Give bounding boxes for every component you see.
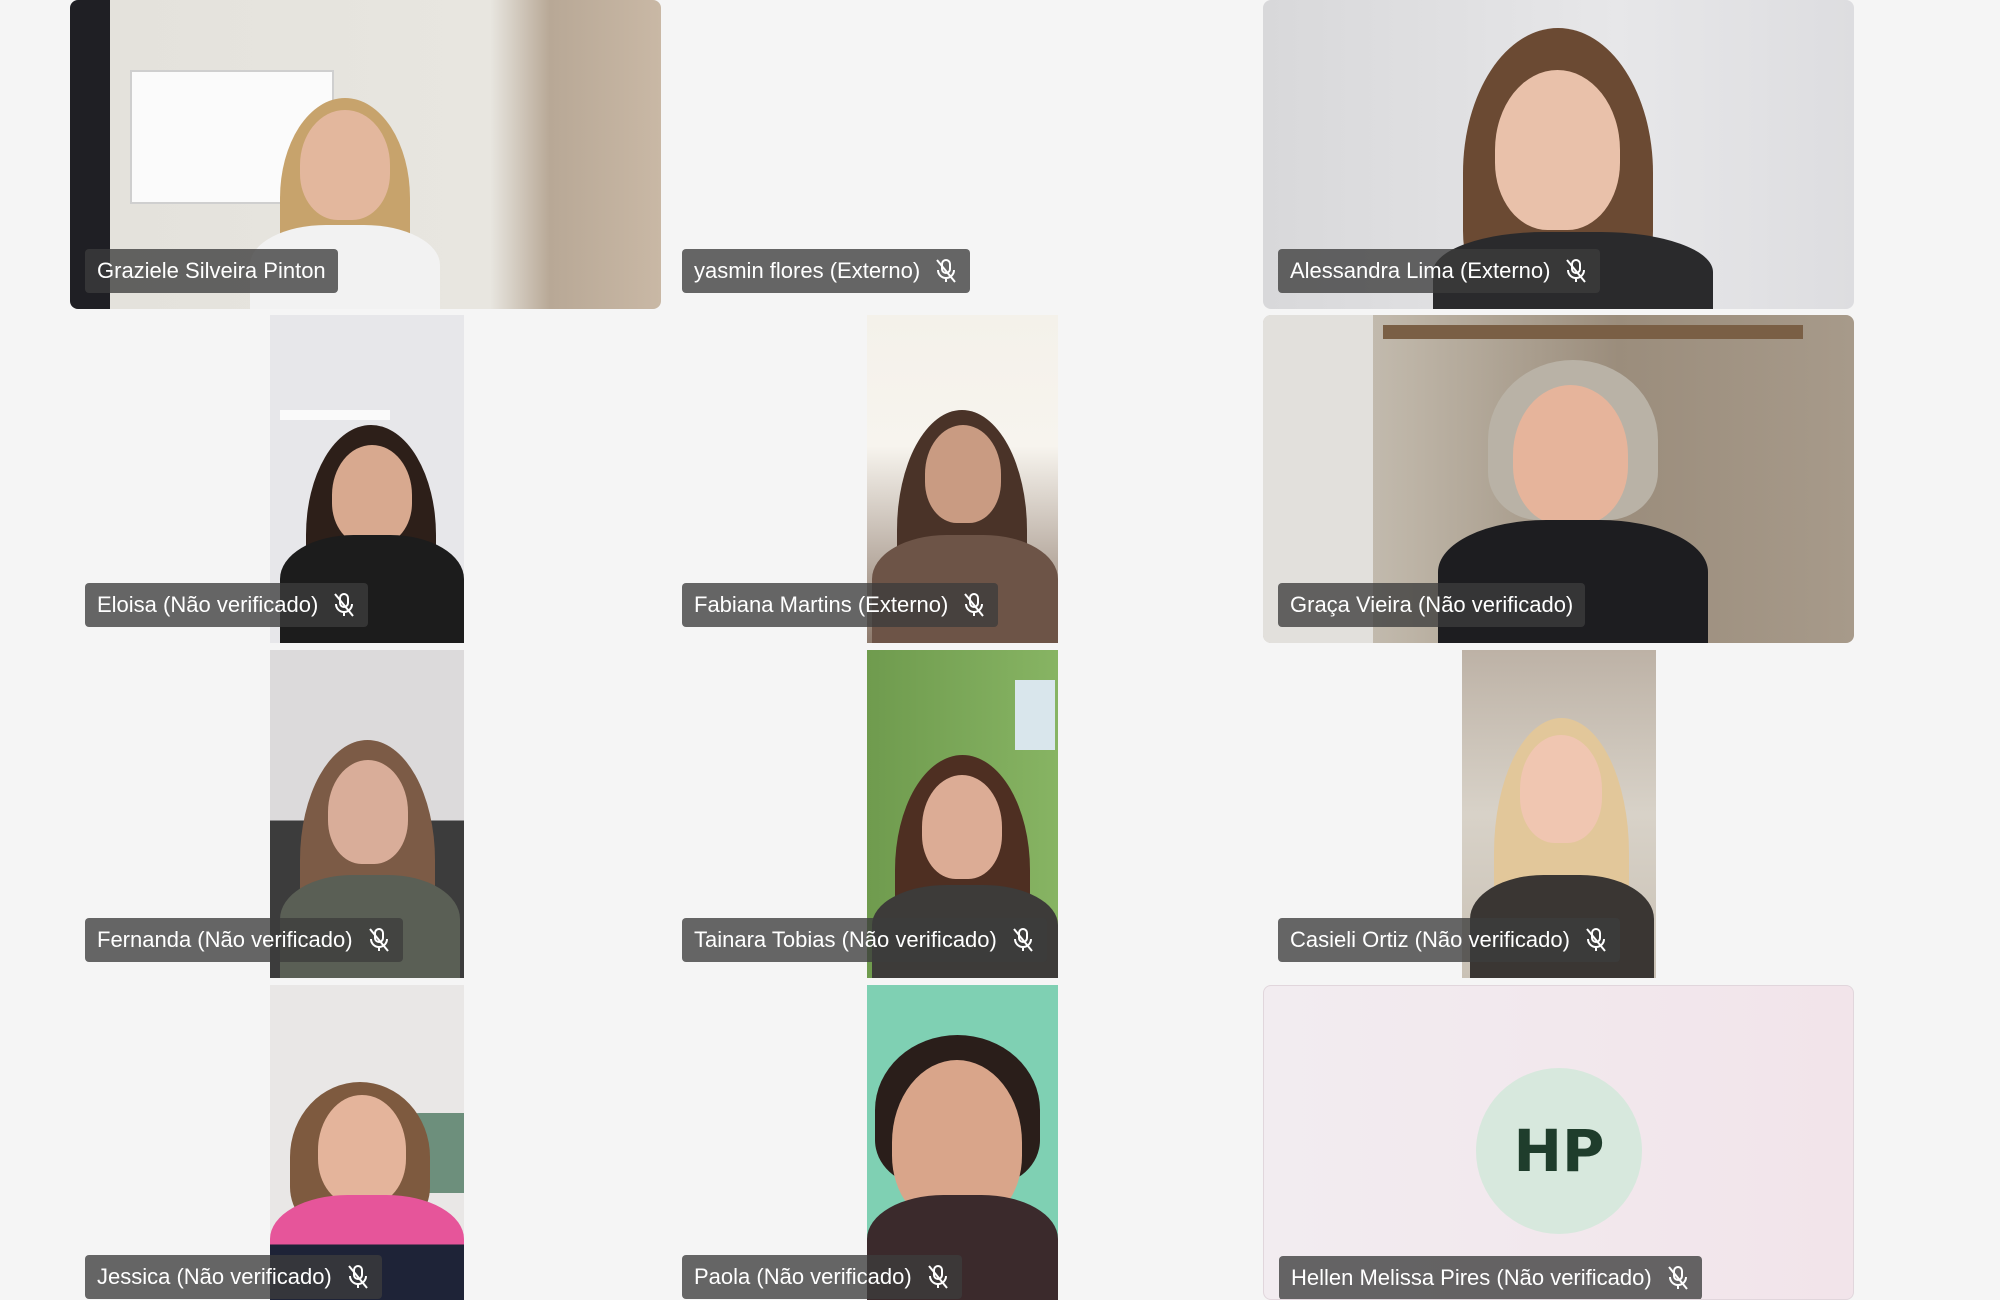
participant-name: yasmin flores (Externo): [694, 258, 921, 283]
mic-off-icon: [368, 928, 389, 952]
participant-tile[interactable]: Casieli Ortiz (Não verificado): [1263, 650, 1854, 978]
participant-tile[interactable]: Jessica (Não verificado): [70, 985, 661, 1300]
mic-off-icon: [1586, 928, 1606, 952]
mic-off-icon: [927, 1265, 948, 1289]
participant-name-chip: Jessica (Não verificado): [85, 1255, 382, 1299]
mic-off-icon: [964, 593, 985, 617]
participant-name-chip: Tainara Tobias (Não verificado): [682, 918, 1047, 962]
participant-name-chip: Casieli Ortiz (Não verificado): [1278, 918, 1620, 962]
participant-name-chip: yasmin flores (Externo): [682, 249, 971, 293]
participant-tile[interactable]: Eloisa (Não verificado): [70, 315, 661, 643]
participant-tile[interactable]: HP Hellen Melissa Pires (Não verificado): [1263, 985, 1854, 1300]
participant-tile[interactable]: Fabiana Martins (Externo): [667, 315, 1258, 643]
participant-name-chip: Hellen Melissa Pires (Não verificado): [1279, 1256, 1702, 1299]
participant-name-chip: Alessandra Lima (Externo): [1278, 249, 1601, 293]
initials-avatar: HP: [1476, 1068, 1642, 1234]
participant-name: Paola (Não verificado): [694, 1264, 912, 1289]
participant-tile[interactable]: Paola (Não verificado): [667, 985, 1258, 1300]
participant-tile[interactable]: Graça Vieira (Não verificado): [1263, 315, 1854, 643]
video-feed: [270, 985, 464, 1300]
mic-off-icon: [1566, 259, 1587, 283]
participant-tile[interactable]: Alessandra Lima (Externo): [1263, 0, 1854, 309]
participant-name-chip: Paola (Não verificado): [682, 1255, 962, 1299]
participant-tile[interactable]: yasmin flores (Externo): [667, 0, 1258, 309]
mic-off-icon: [1013, 928, 1033, 952]
participant-name: Fabiana Martins (Externo): [694, 592, 949, 617]
participant-name-chip: Graça Vieira (Não verificado): [1278, 583, 1586, 627]
participant-name: Hellen Melissa Pires (Não verificado): [1291, 1265, 1652, 1290]
participant-name: Jessica (Não verificado): [97, 1264, 332, 1289]
mic-off-icon: [334, 593, 355, 617]
video-feed: [867, 985, 1058, 1300]
participant-name: Alessandra Lima (Externo): [1290, 258, 1551, 283]
participant-tile[interactable]: Tainara Tobias (Não verificado): [667, 650, 1258, 978]
mic-off-icon: [347, 1265, 368, 1289]
participant-name: Tainara Tobias (Não verificado): [694, 927, 997, 952]
participant-name-chip: Eloisa (Não verificado): [85, 583, 369, 627]
participant-name: Eloisa (Não verificado): [97, 592, 319, 617]
participant-name-chip: Fabiana Martins (Externo): [682, 583, 999, 627]
participant-name: Graça Vieira (Não verificado): [1290, 592, 1574, 617]
participant-name-chip: Graziele Silveira Pinton: [85, 249, 338, 293]
participant-name: Fernanda (Não verificado): [97, 927, 353, 952]
participant-name-chip: Fernanda (Não verificado): [85, 918, 403, 962]
participant-name: Graziele Silveira Pinton: [97, 258, 326, 283]
mic-off-icon: [1667, 1266, 1688, 1290]
participant-name: Casieli Ortiz (Não verificado): [1290, 927, 1570, 952]
mic-off-icon: [936, 259, 956, 283]
participant-tile[interactable]: Graziele Silveira Pinton: [70, 0, 661, 309]
participant-tile[interactable]: Fernanda (Não verificado): [70, 650, 661, 978]
